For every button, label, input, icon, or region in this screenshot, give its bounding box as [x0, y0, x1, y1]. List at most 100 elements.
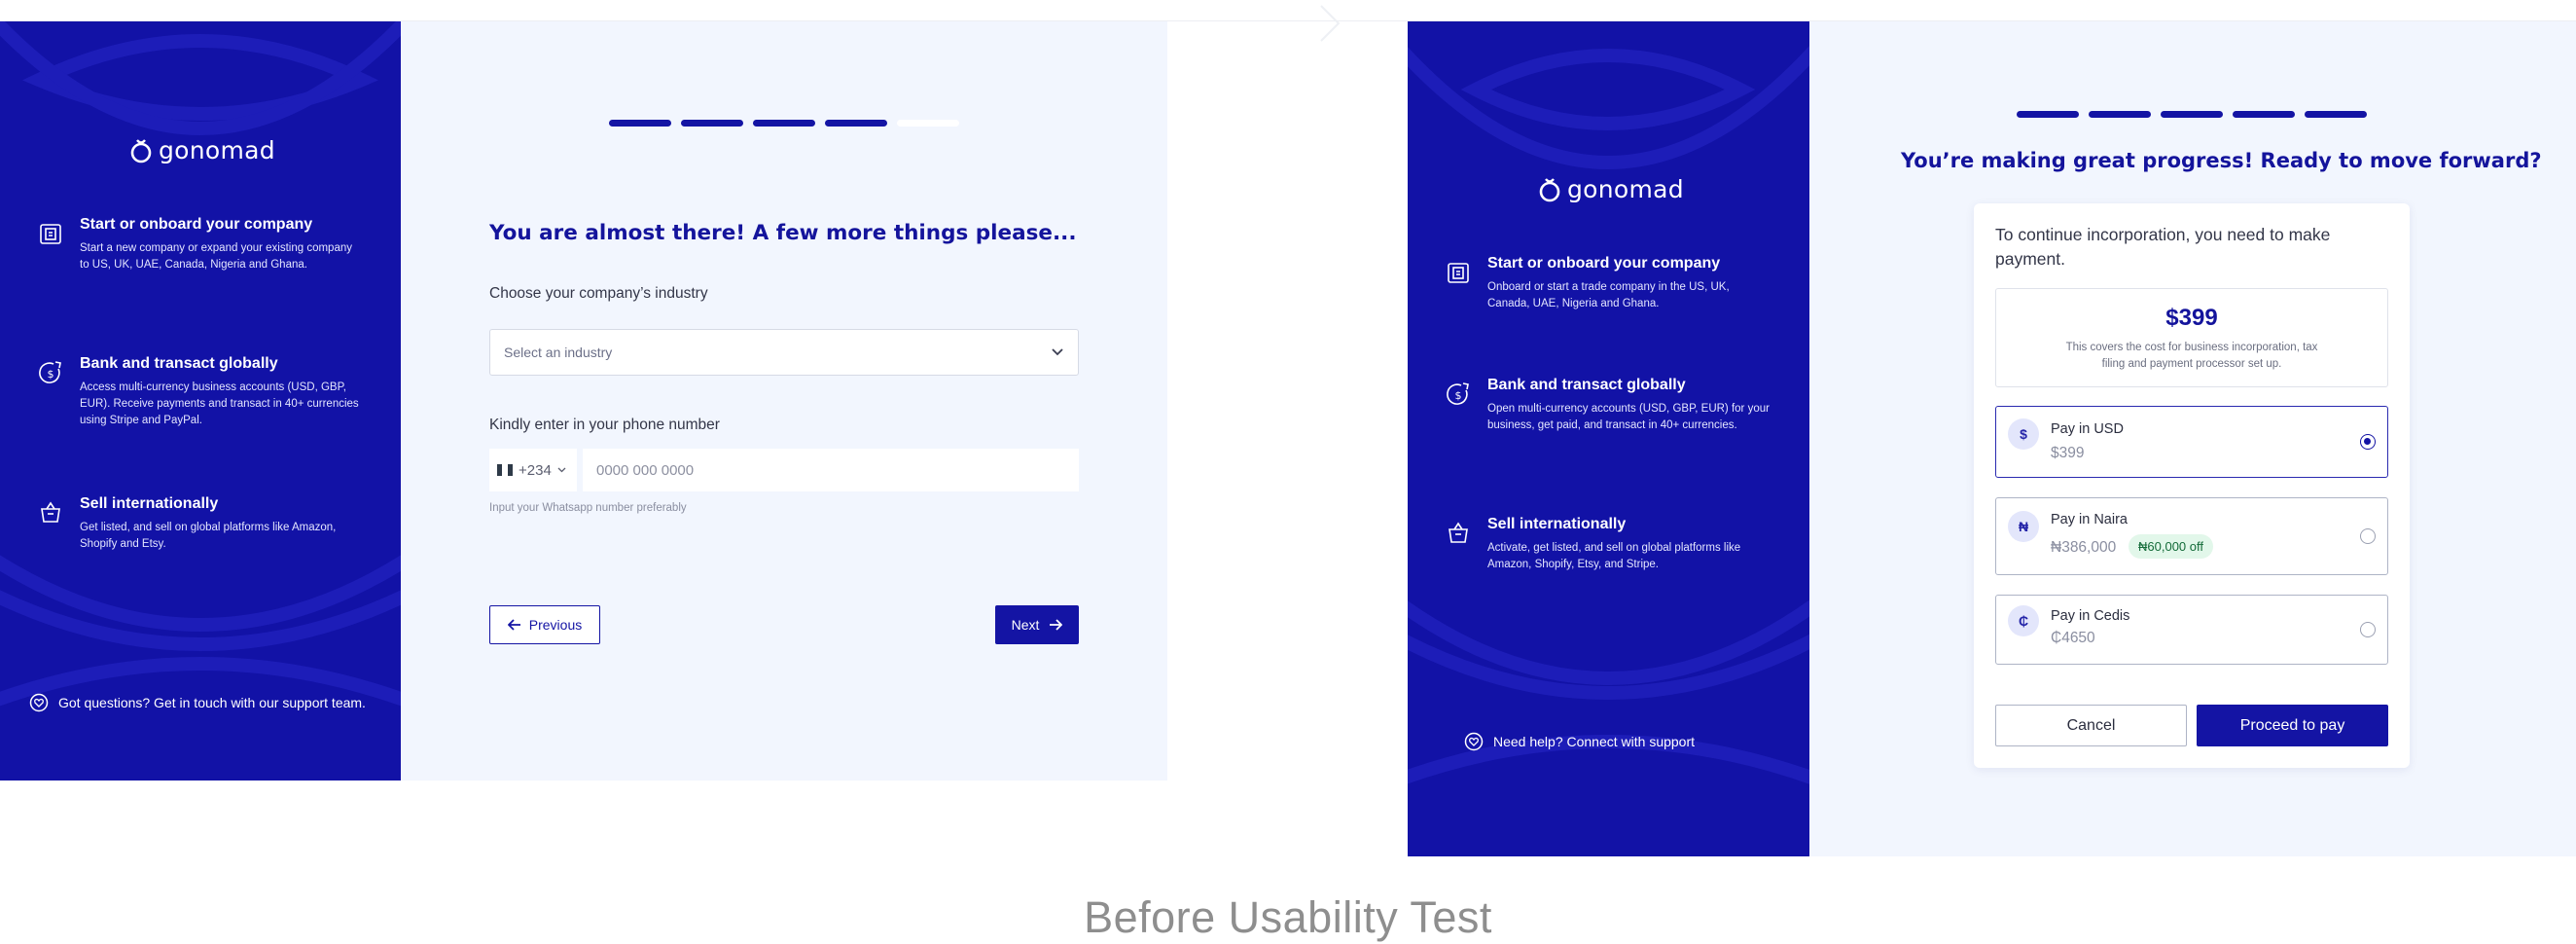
feature-start-company: Start or onboard your company Start a ne… — [37, 216, 358, 273]
building-icon — [1448, 263, 1469, 283]
industry-label: Choose your company’s industry — [489, 285, 708, 302]
arrow-right-icon — [1050, 619, 1063, 631]
page-title: You are almost there! A few more things … — [489, 221, 1077, 245]
dollar-icon: $ — [2008, 418, 2039, 450]
heart-chat-icon — [29, 693, 49, 712]
feature-title: Start or onboard your company — [1487, 255, 1721, 272]
progress-step-1 — [2017, 111, 2079, 118]
cancel-button[interactable]: Cancel — [1995, 705, 2187, 746]
country-code: +234 — [519, 461, 552, 479]
pay-option-naira[interactable]: ₦ Pay in Naira ₦386,000 ₦60,000 off — [1995, 497, 2388, 575]
cedi-icon: ₵ — [2008, 605, 2039, 636]
option-name: Pay in Naira — [2051, 512, 2128, 527]
option-amount: ₵4650 — [2051, 630, 2095, 646]
discount-badge: ₦60,000 off — [2129, 534, 2213, 559]
arrow-left-icon — [507, 619, 520, 631]
phone-field: +234 — [489, 449, 1079, 491]
feature-description: Onboard or start a trade company in the … — [1487, 281, 1730, 309]
option-amount: $399 — [2051, 445, 2085, 461]
feature-bank-globally: $ Bank and transact globally Open multi-… — [1445, 377, 1775, 434]
support-text: Got questions? Get in touch with our sup… — [58, 695, 366, 710]
svg-text:$: $ — [48, 368, 54, 381]
feature-title: Sell internationally — [1487, 516, 1627, 532]
feature-title: Bank and transact globally — [80, 355, 278, 372]
nigeria-flag-icon — [497, 464, 513, 476]
country-code-select[interactable]: +234 — [489, 449, 577, 491]
next-label: Next — [1011, 617, 1040, 633]
pay-option-cedis[interactable]: ₵ Pay in Cedis ₵4650 — [1995, 595, 2388, 665]
feature-title: Sell internationally — [80, 495, 219, 512]
svg-text:$: $ — [1455, 389, 1462, 402]
logo-text: gonomad — [1567, 175, 1684, 203]
payment-card: To continue incorporation, you need to m… — [1974, 203, 2410, 768]
option-name: Pay in Cedis — [2051, 608, 2130, 624]
progress-step-1 — [609, 120, 671, 127]
previous-button[interactable]: Previous — [489, 605, 600, 644]
radio-unselected[interactable] — [2360, 622, 2376, 637]
progress-steps — [2017, 111, 2367, 118]
payment-screen-before: gonomad Start or onboard your company On… — [1408, 21, 2576, 856]
feature-description: Activate, get listed, and sell on global… — [1487, 542, 1741, 570]
payment-intro: To continue incorporation, you need to m… — [1995, 225, 2331, 269]
currency-exchange-icon: $ — [39, 361, 61, 383]
support-text: Need help? Connect with support — [1493, 734, 1696, 749]
currency-exchange-icon: $ — [1447, 382, 1469, 405]
feature-description: Access multi-currency business accounts … — [80, 381, 359, 426]
chevron-down-icon — [557, 467, 566, 473]
chevron-right-icon — [1320, 5, 1341, 42]
feature-sell-internationally: Sell internationally Activate, get liste… — [1445, 516, 1775, 573]
gonomad-logo: gonomad — [1538, 175, 1684, 203]
feature-sell-internationally: Sell internationally Get listed, and sel… — [37, 495, 368, 553]
feature-description: Start a new company or expand your exist… — [80, 242, 352, 271]
progress-step-4 — [2233, 111, 2295, 118]
progress-step-3 — [2161, 111, 2223, 118]
slide-caption: Before Usability Test — [1084, 892, 1492, 942]
radio-selected[interactable] — [2360, 434, 2376, 450]
next-button[interactable]: Next — [995, 605, 1079, 644]
feature-start-company: Start or onboard your company Onboard or… — [1445, 255, 1771, 312]
phone-number-input[interactable] — [583, 449, 1079, 491]
feature-title: Start or onboard your company — [80, 216, 313, 233]
progress-step-5 — [2305, 111, 2367, 118]
feature-description: Get listed, and sell on global platforms… — [80, 522, 337, 550]
price-summary: $399 This covers the cost for business i… — [1995, 288, 2388, 387]
support-link[interactable]: Need help? Connect with support — [1464, 732, 1695, 751]
support-link[interactable]: Got questions? Get in touch with our sup… — [29, 693, 366, 712]
option-amount: ₦386,000 — [2051, 539, 2117, 556]
progress-step-4 — [825, 120, 887, 127]
radio-unselected[interactable] — [2360, 528, 2376, 544]
basket-icon — [41, 501, 60, 523]
logo-mark-icon — [1539, 177, 1560, 201]
onboarding-screen-before: gonomad Start or onboard your company St… — [0, 21, 1167, 781]
proceed-to-pay-button[interactable]: Proceed to pay — [2197, 705, 2388, 746]
presentation-canvas: gonomad Start or onboard your company St… — [0, 0, 2576, 944]
feature-bank-globally: $ Bank and transact globally Access mult… — [37, 355, 368, 429]
progress-step-5 — [897, 120, 959, 127]
progress-step-2 — [681, 120, 743, 127]
progress-steps — [609, 120, 959, 127]
industry-select[interactable]: Select an industry — [489, 329, 1079, 376]
logo-mark-icon — [130, 138, 152, 163]
progress-step-3 — [753, 120, 815, 127]
feature-description: Open multi-currency accounts (USD, GBP, … — [1487, 403, 1770, 431]
logo-text: gonomad — [159, 136, 275, 164]
progress-step-2 — [2089, 111, 2151, 118]
industry-placeholder: Select an industry — [504, 345, 613, 360]
price-amount: $399 — [2165, 305, 2218, 331]
pay-option-usd[interactable]: $ Pay in USD $399 — [1995, 406, 2388, 478]
chevron-down-icon — [1052, 348, 1063, 356]
sidebar: gonomad Start or onboard your company On… — [1408, 21, 1809, 856]
page-title: You’re making great progress! Ready to m… — [1901, 149, 2542, 172]
building-icon — [40, 224, 61, 244]
naira-icon: ₦ — [2008, 511, 2039, 542]
gonomad-logo: gonomad — [129, 136, 275, 164]
feature-title: Bank and transact globally — [1487, 377, 1686, 393]
price-note: This covers the cost for business incorp… — [2065, 342, 2318, 370]
previous-label: Previous — [528, 617, 583, 633]
basket-icon — [1449, 522, 1468, 543]
option-name: Pay in USD — [2051, 421, 2124, 437]
phone-hint: Input your Whatsapp number preferably — [489, 502, 687, 514]
phone-label: Kindly enter in your phone number — [489, 417, 720, 433]
sidebar: gonomad Start or onboard your company St… — [0, 21, 401, 781]
heart-chat-icon — [1464, 732, 1484, 751]
